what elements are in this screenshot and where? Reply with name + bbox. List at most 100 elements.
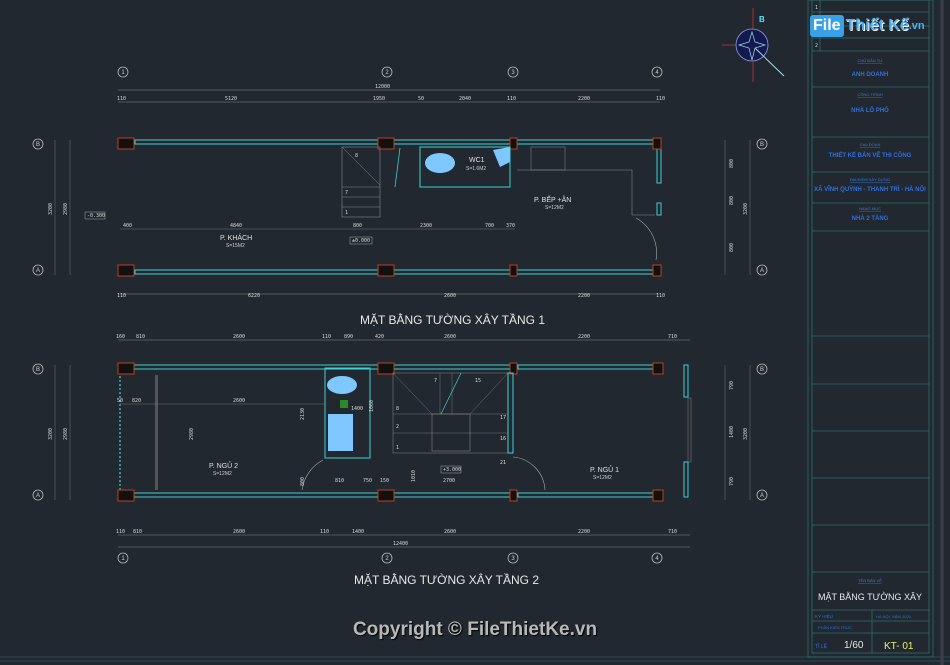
svg-text:50: 50: [418, 96, 424, 102]
svg-text:2200: 2200: [578, 529, 590, 535]
svg-text:B: B: [760, 367, 764, 373]
svg-text:21: 21: [500, 460, 506, 466]
svg-text:1400: 1400: [352, 529, 364, 535]
svg-text:800: 800: [729, 243, 735, 252]
svg-text:17: 17: [500, 415, 506, 421]
svg-text:CÔNG TRÌNH: CÔNG TRÌNH: [857, 92, 882, 97]
cad-drawing-canvas: 1 2 3 4 B A B A 12000 110 5120 1950 50 2…: [0, 0, 950, 665]
svg-text:6220: 6220: [248, 293, 260, 299]
svg-text:2600: 2600: [444, 293, 456, 299]
svg-text:4: 4: [655, 70, 659, 76]
svg-text:S=12M2: S=12M2: [545, 205, 564, 211]
svg-text:A: A: [760, 493, 764, 499]
svg-text:ĐỊA ĐIỂM XÂY DỰNG: ĐỊA ĐIỂM XÂY DỰNG: [850, 177, 890, 182]
svg-text:2: 2: [815, 43, 818, 49]
svg-text:710: 710: [668, 334, 677, 340]
svg-text:TỈ LỆ: TỈ LỆ: [815, 642, 828, 650]
svg-text:1: 1: [345, 210, 348, 216]
svg-text:2700: 2700: [443, 478, 455, 484]
floor2-plan: 160 810 2600 110 890 420 2600 2200 710 7…: [32, 334, 768, 587]
svg-text:800: 800: [300, 477, 306, 486]
project-name: NHÀ LÔ PHỐ: [851, 106, 889, 114]
dim-overall: 12400: [393, 541, 408, 547]
svg-text:2600: 2600: [233, 529, 245, 535]
grid-bubble-2: 2: [381, 66, 393, 78]
grid-bubble-B-right: B: [756, 138, 768, 150]
grid-bubble-4: 4: [651, 66, 663, 78]
svg-text:110: 110: [656, 293, 665, 299]
svg-text:110: 110: [656, 96, 665, 102]
drawing-code: KT- 01: [884, 641, 914, 652]
svg-text:8: 8: [396, 406, 399, 412]
grid-bubble-3: 3: [507, 66, 519, 78]
dim-overall: 12000: [375, 84, 390, 90]
floor1-plan: 1 2 3 4 B A B A 12000 110 5120 1950 50 2…: [32, 66, 768, 327]
svg-text:B: B: [759, 15, 765, 24]
svg-text:800: 800: [353, 223, 362, 229]
svg-text:790: 790: [729, 381, 735, 390]
svg-text:B: B: [760, 142, 764, 148]
category: NHÀ 2 TẦNG: [852, 215, 889, 222]
grid-bubble-A: A: [32, 264, 44, 276]
svg-text:B: B: [36, 367, 40, 373]
svg-text:50: 50: [117, 398, 123, 404]
location: XÃ VĨNH QUỲNH - THANH TRÌ - HÀ NỘI: [814, 185, 926, 193]
svg-text:2980: 2980: [63, 428, 69, 440]
svg-text:2600: 2600: [444, 529, 456, 535]
svg-text:16: 16: [500, 436, 506, 442]
svg-text:KÝ HIỆU: KÝ HIỆU: [815, 612, 833, 619]
svg-text:700: 700: [485, 223, 494, 229]
svg-text:1400: 1400: [729, 426, 735, 438]
level-mark: +3.000: [443, 467, 461, 473]
copyright-watermark: Copyright © FileThietKe.vn: [352, 619, 598, 640]
title-block: [807, 0, 934, 658]
title-block-text: CHỦ ĐẦU TƯ ANH DOANH CÔNG TRÌNH NHÀ LÔ P…: [814, 5, 926, 652]
drawing-scale: 1/60: [844, 640, 864, 651]
filethietke-logo: File Thiết Kế .vn: [810, 14, 925, 38]
svg-text:2: 2: [396, 424, 399, 430]
svg-text:810: 810: [335, 478, 344, 484]
drawing-name: MẶT BẰNG TƯỜNG XÂY: [818, 592, 922, 602]
svg-text:420: 420: [375, 334, 384, 340]
sink-icon: [328, 414, 353, 451]
svg-text:750: 750: [363, 478, 372, 484]
svg-text:160: 160: [116, 334, 125, 340]
svg-text:2130: 2130: [300, 408, 306, 420]
svg-text:A: A: [36, 268, 40, 274]
svg-text:110: 110: [117, 96, 126, 102]
svg-text:2600: 2600: [233, 398, 245, 404]
svg-text:820: 820: [132, 398, 141, 404]
svg-text:3200: 3200: [48, 428, 54, 440]
svg-text:2980: 2980: [63, 203, 69, 215]
svg-text:110: 110: [117, 293, 126, 299]
grid-bubble-A-right: A: [756, 264, 768, 276]
svg-text:A: A: [760, 268, 764, 274]
svg-text:370: 370: [506, 223, 515, 229]
svg-text:P. NGỦ 1: P. NGỦ 1: [590, 465, 619, 474]
svg-text:GIAI ĐOẠN: GIAI ĐOẠN: [860, 142, 881, 147]
svg-text:110: 110: [320, 529, 329, 535]
svg-text:2600: 2600: [444, 334, 456, 340]
svg-text:3: 3: [511, 556, 515, 562]
toilet-icon: [425, 153, 455, 173]
svg-text:P. KHÁCH: P. KHÁCH: [220, 233, 252, 242]
sink-icon: [493, 147, 510, 167]
svg-text:7: 7: [345, 190, 348, 196]
svg-text:800: 800: [729, 159, 735, 168]
svg-text:3200: 3200: [743, 428, 749, 440]
svg-text:890: 890: [344, 334, 353, 340]
level-mark: ±0.000: [352, 238, 370, 244]
svg-text:2200: 2200: [578, 334, 590, 340]
svg-text:2: 2: [385, 70, 389, 76]
svg-text:2600: 2600: [233, 334, 245, 340]
svg-text:A: A: [36, 493, 40, 499]
svg-text:2040: 2040: [459, 96, 471, 102]
svg-text:P. NGỦ 2: P. NGỦ 2: [209, 461, 238, 470]
svg-text:110: 110: [116, 529, 125, 535]
svg-text:3: 3: [511, 70, 515, 76]
level-mark: -0.300: [87, 213, 105, 219]
svg-text:1: 1: [121, 70, 125, 76]
svg-text:2300: 2300: [420, 223, 432, 229]
svg-text:1060: 1060: [369, 400, 375, 412]
svg-text:810: 810: [133, 529, 142, 535]
